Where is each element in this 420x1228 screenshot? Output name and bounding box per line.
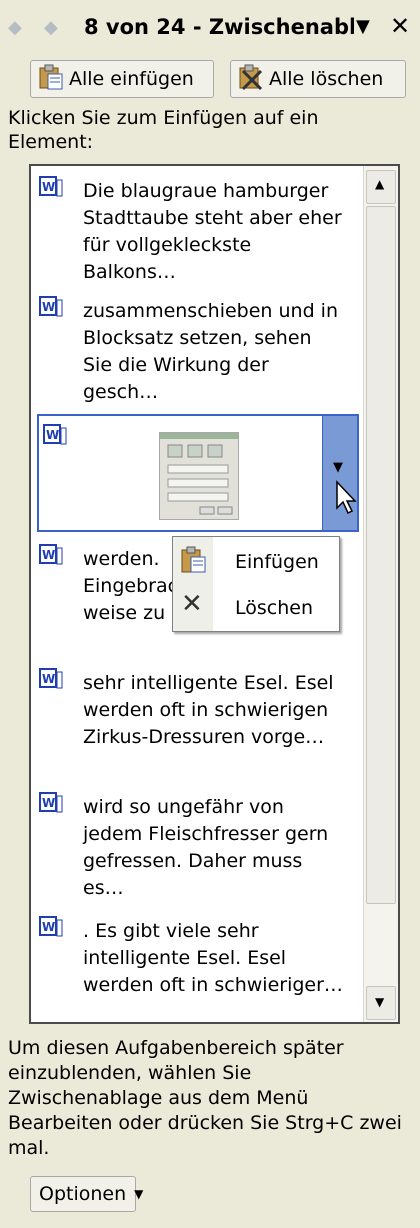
menu-item-delete[interactable]: ✕ Löschen [173, 585, 339, 629]
menu-item-paste[interactable]: Einfügen [173, 539, 339, 583]
svg-text:W: W [42, 796, 55, 810]
dropdown-triangle-icon[interactable]: ▼ [356, 16, 370, 37]
word-document-icon: W [39, 916, 63, 938]
paste-all-button[interactable]: Alle einfügen [30, 60, 214, 98]
clipboard-item-text: zusammenschieben und in Blocksatz setzen… [83, 300, 338, 403]
footer-hint-text: Um diesen Aufgabenbereich später einzubl… [8, 1037, 402, 1159]
svg-text:W: W [42, 300, 55, 314]
clipboard-item-text: wird so ungefähr von jedem Fleischfresse… [83, 796, 329, 899]
chevron-down-icon: ▼ [333, 460, 343, 475]
menu-item-delete-label: Löschen [235, 597, 313, 619]
word-document-icon: W [43, 424, 67, 446]
word-document-icon: W [39, 668, 63, 690]
back-arrow-icon[interactable]: ◆ [8, 17, 22, 38]
word-document-icon: W [39, 176, 63, 198]
svg-text:W: W [46, 428, 59, 442]
menu-item-paste-label: Einfügen [235, 551, 319, 573]
clipboard-item[interactable]: W sehr intelligente Esel. Esel werden of… [39, 668, 345, 778]
clipboard-item-text: Die blaugraue hamburger Stadttaube steht… [83, 180, 342, 283]
svg-text:W: W [42, 672, 55, 686]
paste-icon [179, 545, 209, 580]
word-document-icon: W [39, 296, 63, 318]
task-pane-title-bar: ◆ ◆ 8 von 24 - Zwischenabl ▼ ✕ [0, 0, 420, 60]
options-label: Optionen [39, 1183, 127, 1205]
instruction-text: Klicken Sie zum Einfügen auf ein Element… [8, 107, 319, 153]
mouse-cursor-icon [336, 480, 357, 515]
paste-all-icon [37, 63, 65, 96]
chevron-down-icon: ▼ [134, 1187, 144, 1201]
paste-all-label: Alle einfügen [69, 68, 194, 90]
task-pane-title[interactable]: 8 von 24 - Zwischenabl [84, 15, 354, 39]
scroll-thumb[interactable] [366, 206, 396, 904]
scroll-up-button[interactable]: ▲ [366, 170, 396, 204]
close-icon[interactable]: ✕ [390, 12, 410, 40]
clipboard-item[interactable]: W wird so ungefähr von jedem Fleischfres… [39, 792, 345, 902]
clipboard-item-text: sehr intelligente Esel. Esel werden oft … [83, 672, 334, 748]
clipboard-item[interactable]: W zusammenschieben und in Blocksatz setz… [39, 296, 345, 406]
scroll-down-button[interactable]: ▼ [366, 986, 396, 1020]
word-document-icon: W [39, 544, 63, 566]
vertical-scrollbar[interactable]: ▲ ▼ [363, 166, 398, 1022]
clear-all-icon [237, 63, 265, 96]
word-document-icon: W [39, 792, 63, 814]
arrow-down-icon: ▼ [375, 995, 385, 1009]
arrow-up-icon: ▲ [375, 177, 385, 191]
options-button[interactable]: Optionen ▼ [30, 1176, 143, 1212]
svg-text:W: W [42, 920, 55, 934]
svg-text:W: W [42, 180, 55, 194]
delete-x-icon: ✕ [181, 589, 203, 619]
clipboard-item-text: . Es gibt viele sehr intelligente Esel. … [83, 920, 343, 996]
clipboard-item[interactable]: W Die blaugraue hamburger Stadttaube ste… [39, 176, 345, 286]
image-thumbnail [159, 432, 239, 520]
clear-all-label: Alle löschen [269, 68, 384, 90]
svg-text:W: W [42, 548, 55, 562]
clipboard-item-selected[interactable]: W ▼ [37, 414, 359, 532]
item-dropdown-button[interactable]: ▼ [322, 416, 357, 530]
clipboard-item[interactable]: W . Es gibt viele sehr intelligente Esel… [39, 916, 345, 1016]
forward-arrow-icon[interactable]: ◆ [44, 17, 58, 38]
clear-all-button[interactable]: Alle löschen [230, 60, 406, 98]
item-context-menu: Einfügen ✕ Löschen [172, 536, 340, 632]
